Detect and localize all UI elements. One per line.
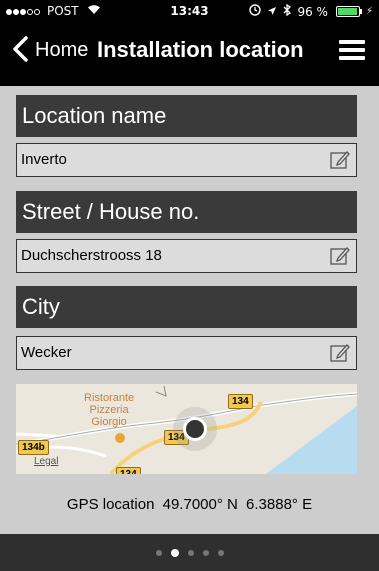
location-name-header: Location name: [16, 95, 357, 137]
location-arrow-icon: [267, 5, 277, 19]
gps-location-text: GPS location 49.7000° N 6.3888° E: [0, 496, 379, 513]
city-header: City: [16, 286, 357, 328]
edit-icon[interactable]: [329, 149, 351, 171]
street-field[interactable]: Duchscherstrooss 18: [16, 239, 357, 273]
city-value: Wecker: [21, 344, 72, 361]
charging-icon: ⚡: [365, 6, 373, 17]
gps-latitude: 49.7000° N: [162, 496, 238, 513]
map-poi-name: Ristorante Pizzeria Giorgio: [84, 392, 135, 428]
road-shield: 134b: [18, 440, 49, 455]
alarm-icon: [249, 4, 262, 19]
road-shield: 134: [116, 467, 141, 474]
hamburger-menu-icon[interactable]: [339, 40, 365, 60]
page-dot[interactable]: [202, 549, 209, 556]
page-indicator[interactable]: [0, 534, 379, 571]
page-dot[interactable]: [170, 548, 179, 557]
city-field[interactable]: Wecker: [16, 336, 357, 370]
map-legal-link[interactable]: Legal: [34, 456, 58, 467]
road-shield: 134: [228, 394, 253, 409]
status-bar: POST 13:43 96 % ⚡: [0, 0, 379, 22]
gps-label: GPS location: [66, 496, 155, 513]
location-name-value: Inverto: [21, 151, 67, 168]
page-title: Installation location: [97, 37, 304, 62]
street-header: Street / House no.: [16, 191, 357, 233]
page-dot[interactable]: [187, 549, 194, 556]
status-right: 96 % ⚡: [249, 3, 373, 19]
location-name-field[interactable]: Inverto: [16, 143, 357, 177]
street-value: Duchscherstrooss 18: [21, 247, 162, 264]
navigation-bar: Home Installation location: [0, 22, 379, 86]
page-dot[interactable]: [155, 549, 162, 556]
back-chevron-icon[interactable]: [11, 36, 29, 62]
back-button[interactable]: Home: [35, 39, 88, 62]
page-dot[interactable]: [217, 549, 224, 556]
battery-icon: [335, 6, 362, 17]
bluetooth-icon: [283, 3, 292, 19]
gps-longitude: 6.3888° E: [246, 496, 313, 513]
gps-position-marker: [183, 417, 207, 441]
main-content: Location name Inverto Street / House no.…: [0, 86, 379, 534]
edit-icon[interactable]: [329, 342, 351, 364]
location-map[interactable]: Ristorante Pizzeria Giorgio 134 134 134b…: [16, 384, 357, 474]
edit-icon[interactable]: [329, 245, 351, 267]
battery-percent: 96 %: [297, 4, 328, 19]
